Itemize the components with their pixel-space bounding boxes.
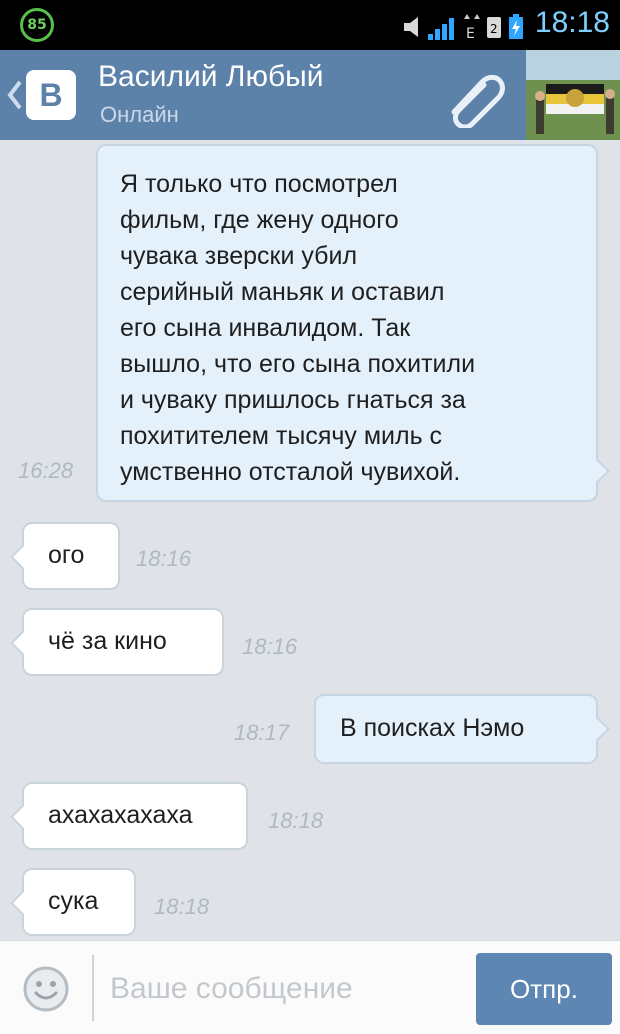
paperclip-icon[interactable] xyxy=(436,64,512,128)
speaker-icon xyxy=(404,17,418,37)
svg-text:2: 2 xyxy=(490,22,498,36)
message-time: 18:16 xyxy=(136,546,192,571)
back-chevron-icon[interactable] xyxy=(6,78,26,112)
bubble-tail xyxy=(10,890,36,916)
smiley-icon[interactable] xyxy=(22,965,70,1013)
message-bubble-incoming[interactable]: ого xyxy=(10,522,120,590)
avatar-photo xyxy=(526,50,620,140)
bubble-tail xyxy=(584,458,610,484)
message-text: ого xyxy=(48,541,85,569)
battery-circle-icon: 85 xyxy=(20,8,54,42)
message-list[interactable]: 16:28 Я только что посмотрел фильм, где … xyxy=(0,140,620,940)
message-time: 18:18 xyxy=(154,894,210,919)
status-bar: 85 E 2 18:18 xyxy=(0,0,620,50)
message-time: 18:16 xyxy=(242,634,298,659)
status-icons: E 2 xyxy=(402,10,524,40)
vk-logo-letter: B xyxy=(39,76,63,113)
status-time: 18:18 xyxy=(534,6,610,39)
message-time: 18:17 xyxy=(234,720,290,745)
message-text: В поисках Нэмо xyxy=(340,714,525,742)
chat-header: B Василий Любый Онлайн xyxy=(0,50,620,140)
message-text: чё за кино xyxy=(48,627,167,655)
bubble-tail xyxy=(10,544,36,570)
bubble-tail xyxy=(10,630,36,656)
avatar[interactable] xyxy=(526,50,620,140)
bubble-tail xyxy=(10,804,36,830)
battery-icon xyxy=(509,14,523,39)
message-bubble-incoming[interactable]: сука xyxy=(10,868,136,936)
message-bubble-outgoing[interactable]: Я только что посмотрел фильм, где жену о… xyxy=(96,144,610,502)
message-text: сука xyxy=(48,887,99,915)
message-time: 18:18 xyxy=(268,808,324,833)
svg-text:E: E xyxy=(466,26,475,40)
message-text: Я только что посмотрел фильм, где жену о… xyxy=(120,170,476,486)
message-bubble-incoming[interactable]: ахахахахаха xyxy=(10,782,248,850)
contact-status: Онлайн xyxy=(100,102,179,127)
message-input[interactable] xyxy=(110,961,460,1017)
message-bubble-incoming[interactable]: чё за кино xyxy=(10,608,224,676)
message-bubble-outgoing[interactable]: В поисках Нэмо xyxy=(314,694,610,764)
signal-icon xyxy=(428,18,454,40)
send-button[interactable]: Отпр. xyxy=(476,953,612,1025)
message-text: ахахахахаха xyxy=(48,801,193,829)
composer-bar: Отпр. xyxy=(0,940,620,1034)
sim-icon: 2 xyxy=(487,17,501,38)
composer-divider xyxy=(92,955,94,1021)
message-time: 16:28 xyxy=(18,458,74,483)
battery-level: 85 xyxy=(27,17,47,33)
edge-data-icon: E xyxy=(464,14,480,40)
vk-logo[interactable]: B xyxy=(26,70,76,120)
contact-name: Василий Любый xyxy=(98,60,324,93)
